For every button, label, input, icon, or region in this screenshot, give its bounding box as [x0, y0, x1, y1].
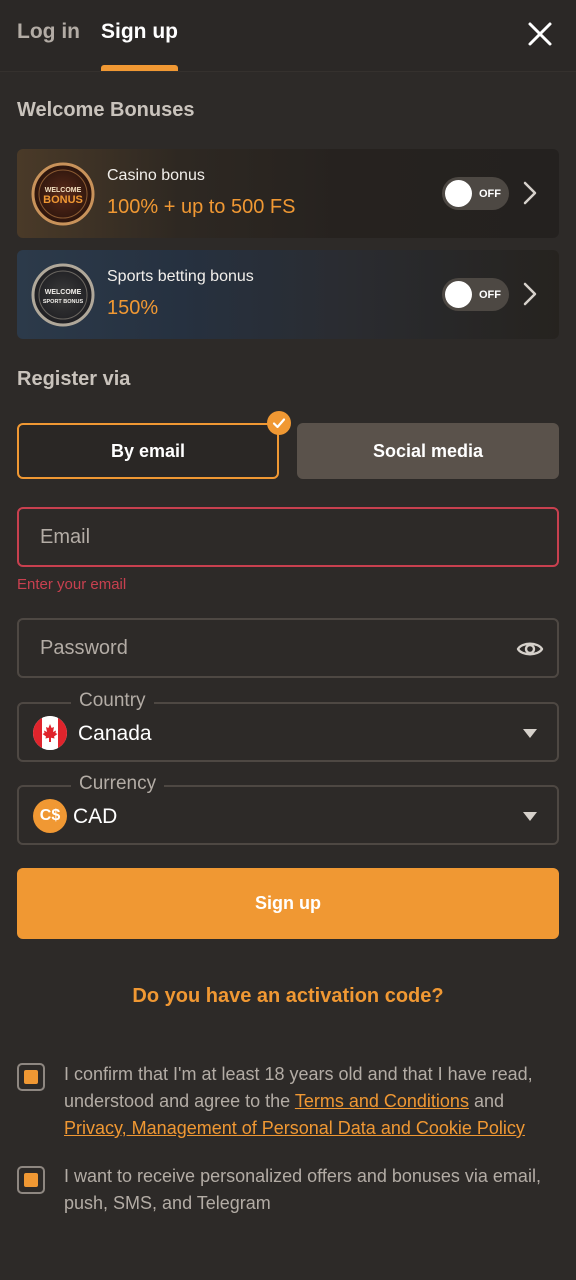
sports-bonus-toggle[interactable]: OFF [442, 278, 509, 311]
terms-and-conditions-link[interactable]: Terms and Conditions [295, 1091, 469, 1111]
age-terms-checkbox[interactable] [17, 1063, 45, 1091]
by-email-button[interactable]: By email [17, 423, 279, 479]
marketing-offers-text: I want to receive personalized offers an… [64, 1166, 541, 1213]
country-select[interactable]: Country Canada [17, 690, 559, 762]
password-placeholder: Password [40, 637, 128, 659]
tab-signup[interactable]: Sign up [101, 20, 178, 44]
sports-badge-text-2: SPORT BONUS [43, 299, 84, 305]
privacy-policy-link[interactable]: Privacy, Management of Personal Data and… [64, 1118, 525, 1138]
close-icon [528, 22, 552, 46]
casino-badge-text-2: BONUS [43, 194, 83, 206]
casino-bonus-card[interactable]: WELCOME BONUS Casino bonus 100% + up to … [17, 149, 559, 238]
casino-bonus-name: Casino bonus [107, 167, 205, 184]
email-error-message: Enter your email [17, 576, 127, 593]
toggle-knob [445, 281, 472, 308]
auth-header: Log in Sign up [0, 0, 576, 72]
activation-code-link[interactable]: Do you have an activation code? [0, 985, 576, 1008]
chevron-right-icon[interactable] [522, 180, 538, 206]
casino-badge-text-1: WELCOME [45, 187, 82, 194]
sign-up-submit-button[interactable]: Sign up [17, 868, 559, 939]
welcome-bonuses-title: Welcome Bonuses [17, 99, 195, 121]
age-terms-consent-text: I confirm that I'm at least 18 years old… [64, 1061, 559, 1142]
selected-check-icon [267, 411, 291, 435]
country-value: Canada [78, 722, 152, 745]
checkbox-checked-mark [24, 1070, 38, 1084]
checkbox-checked-mark [24, 1173, 38, 1187]
country-label: Country [71, 690, 154, 712]
sports-bonus-name: Sports betting bonus [107, 268, 254, 285]
casino-bonus-badge-icon: WELCOME BONUS [31, 162, 95, 226]
toggle-state-label: OFF [479, 188, 501, 200]
casino-bonus-toggle[interactable]: OFF [442, 177, 509, 210]
marketing-offers-checkbox[interactable] [17, 1166, 45, 1194]
currency-select[interactable]: Currency C$ CAD [17, 773, 559, 845]
currency-value: CAD [73, 805, 118, 828]
toggle-state-label: OFF [479, 289, 501, 301]
email-input[interactable]: Email [17, 507, 559, 567]
chevron-down-icon [523, 729, 537, 738]
and-text: and [468, 1091, 504, 1111]
sports-badge-text-1: WELCOME [45, 289, 82, 296]
active-tab-indicator [101, 65, 178, 71]
tab-login[interactable]: Log in [17, 20, 80, 44]
toggle-knob [445, 180, 472, 207]
show-password-eye-icon[interactable] [516, 639, 544, 659]
sports-bonus-value: 150% [107, 297, 159, 319]
email-placeholder: Email [40, 526, 91, 548]
canada-flag-icon [33, 716, 67, 750]
currency-label: Currency [71, 773, 165, 795]
casino-bonus-value: 100% + up to 500 FS [107, 196, 296, 218]
chevron-right-icon[interactable] [522, 281, 538, 307]
register-via-title: Register via [17, 368, 131, 390]
close-button[interactable] [524, 18, 556, 50]
social-media-button[interactable]: Social media [297, 423, 559, 479]
chevron-down-icon [523, 812, 537, 821]
sports-bonus-card[interactable]: WELCOME SPORT BONUS Sports betting bonus… [17, 250, 559, 339]
currency-coin-icon: C$ [33, 799, 67, 833]
sports-bonus-badge-icon: WELCOME SPORT BONUS [31, 263, 95, 327]
password-input[interactable]: Password [17, 618, 559, 678]
